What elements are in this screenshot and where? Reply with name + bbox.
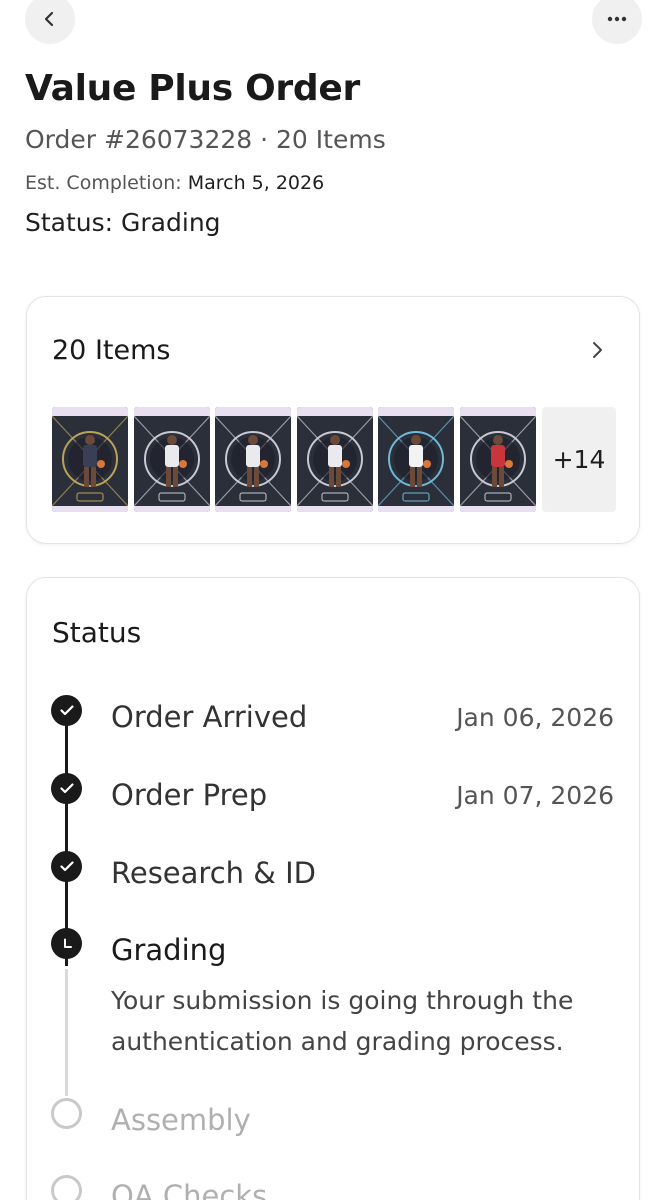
step-label-assembly: Assembly <box>111 1103 251 1137</box>
card-thumbnail[interactable] <box>296 407 373 512</box>
back-button[interactable] <box>25 0 75 44</box>
card-thumbnail[interactable] <box>133 407 210 512</box>
items-card-title: 20 Items <box>52 335 171 366</box>
timeline-connector-pending <box>65 969 68 1096</box>
est-date: March 5, 2026 <box>187 172 325 194</box>
step-label-order-arrived: Order Arrived <box>111 700 308 734</box>
step-clock-icon <box>51 928 82 959</box>
more-horizontal-icon <box>607 16 627 22</box>
step-check-icon <box>51 851 82 882</box>
card-thumbnail[interactable] <box>52 407 128 512</box>
step-pending-icon <box>51 1175 82 1200</box>
chevron-right-icon <box>593 342 602 358</box>
status-card: Status Order Arrived Jan 06, 2026 Order … <box>26 577 640 1200</box>
card-thumbnail[interactable] <box>459 407 536 512</box>
step-check-icon <box>51 773 82 804</box>
est-label: Est. Completion: <box>25 172 182 194</box>
card-thumbnail[interactable] <box>215 407 291 512</box>
step-description-grading: Your submission is going through the aut… <box>111 986 574 1056</box>
step-check-icon <box>51 695 82 726</box>
card-thumbnail[interactable] <box>378 407 454 512</box>
step-label-qa-checks: QA Checks <box>111 1179 268 1200</box>
step-label-order-prep: Order Prep <box>111 778 268 812</box>
order-subtitle: Order #26073228 · 20 Items <box>25 125 386 154</box>
page-title: Value Plus Order <box>25 68 360 109</box>
chevron-left-icon <box>44 11 54 27</box>
step-label-research-id: Research & ID <box>111 856 316 890</box>
order-detail-page: Value Plus Order Order #26073228 · 20 It… <box>0 0 667 1200</box>
step-label-grading: Grading <box>111 933 227 967</box>
order-status: Status: Grading <box>25 208 221 237</box>
step-date-order-prep: Jan 07, 2026 <box>456 781 614 810</box>
items-card[interactable]: 20 Items +14 <box>26 296 640 544</box>
step-pending-icon <box>51 1098 82 1129</box>
status-card-title: Status <box>52 616 142 649</box>
more-button[interactable] <box>592 0 642 44</box>
more-items-count[interactable]: +14 <box>542 407 616 512</box>
step-date-order-arrived: Jan 06, 2026 <box>456 703 614 732</box>
estimated-completion: Est. Completion: March 5, 2026 <box>25 172 324 194</box>
